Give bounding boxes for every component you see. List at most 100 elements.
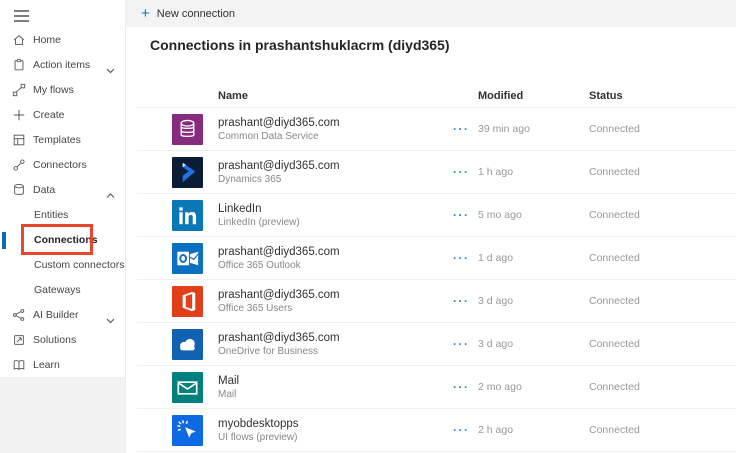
modified-value: 3 d ago (478, 295, 514, 307)
more-options-button[interactable]: ··· (453, 380, 478, 394)
column-header-modified[interactable]: Modified (478, 90, 589, 102)
connection-subtitle: Dynamics 365 (218, 173, 282, 185)
connection-title: myobdesktopps (218, 417, 299, 430)
modified-value: 2 mo ago (478, 381, 522, 393)
sidebar-item-gateways[interactable]: Gateways (0, 277, 125, 302)
more-options-button[interactable]: ··· (453, 208, 478, 222)
more-options-button[interactable]: ··· (453, 165, 478, 179)
sidebar-item-entities[interactable]: Entities (0, 202, 125, 227)
new-connection-label: New connection (156, 7, 236, 20)
more-options-button[interactable]: ··· (453, 122, 478, 136)
connection-title: LinkedIn (218, 202, 262, 215)
sidebar-item-label: Learn (33, 358, 60, 371)
sidebar-item-label: Entities (34, 208, 69, 221)
table-header: Name Modified Status (137, 85, 736, 108)
new-connection-button[interactable]: + New connection (141, 6, 235, 21)
modified-value: 1 h ago (478, 166, 514, 178)
table-row[interactable]: prashant@diyd365.com Dynamics 365 ··· 1 h… (137, 151, 736, 194)
table-row[interactable]: LinkedIn LinkedIn (preview) ··· 5 mo ago … (137, 194, 736, 237)
common-data-service-icon (172, 113, 203, 145)
sidebar-item-custom-connectors[interactable]: Custom connectors (0, 252, 125, 277)
sidebar-item-label: Gateways (34, 283, 81, 296)
more-options-button[interactable]: ··· (453, 251, 478, 265)
more-options-button[interactable]: ··· (453, 294, 478, 308)
clipboard-icon (12, 58, 26, 72)
table-row[interactable]: prashant@diyd365.com OneDrive for Busines… (137, 323, 736, 366)
modified-value: 3 d ago (478, 338, 514, 350)
office-365-users-icon (172, 285, 203, 317)
main-content: + New connection Connections in prashant… (126, 0, 736, 453)
sidebar-item-my-flows[interactable]: My flows (0, 77, 125, 102)
column-header-name[interactable]: Name (218, 90, 453, 102)
templates-icon (12, 133, 26, 147)
power-automate-app: Home Action items My flows Create Templa… (0, 0, 736, 453)
sidebar-item-label: Connections (34, 233, 98, 246)
modified-value: 5 mo ago (478, 209, 522, 221)
connection-subtitle: LinkedIn (preview) (218, 216, 300, 228)
learn-icon (12, 358, 26, 372)
sidebar-item-label: Connectors (33, 158, 87, 171)
hamburger-menu-button[interactable] (12, 9, 32, 25)
table-row[interactable]: Mail Mail ··· 2 mo ago Connected (137, 366, 736, 409)
sidebar-item-home[interactable]: Home (0, 27, 125, 52)
more-options-button[interactable]: ··· (453, 423, 478, 437)
column-header-status[interactable]: Status (589, 90, 736, 102)
connection-subtitle: Common Data Service (218, 130, 319, 142)
ai-builder-icon (12, 308, 26, 322)
plus-icon (12, 108, 26, 122)
command-bar: + New connection (126, 0, 736, 27)
sidebar-item-templates[interactable]: Templates (0, 127, 125, 152)
sidebar-item-label: Data (33, 183, 56, 196)
sidebar-item-label: AI Builder (33, 308, 79, 321)
sidebar-nav: Home Action items My flows Create Templa… (0, 27, 125, 377)
connection-subtitle: UI flows (preview) (218, 431, 298, 443)
connection-subtitle: OneDrive for Business (218, 345, 319, 357)
home-icon (12, 33, 26, 47)
more-options-button[interactable]: ··· (453, 337, 478, 351)
onedrive-for-business-icon (172, 328, 203, 360)
ui-flows-icon (172, 414, 203, 446)
dynamics-365-icon (172, 156, 203, 188)
sidebar: Home Action items My flows Create Templa… (0, 0, 126, 453)
sidebar-item-action-items[interactable]: Action items (0, 52, 125, 77)
sidebar-item-label: Action items (33, 58, 91, 71)
sidebar-item-label: Custom connectors (34, 258, 125, 271)
sidebar-item-label: Solutions (33, 333, 77, 346)
sidebar-item-learn[interactable]: Learn (0, 352, 125, 377)
status-value: Connected (589, 166, 640, 178)
page-title: Connections in prashantshuklacrm (diyd36… (150, 37, 450, 53)
sidebar-item-label: Templates (33, 133, 81, 146)
connection-title: prashant@diyd365.com (218, 288, 340, 301)
connection-subtitle: Office 365 Users (218, 302, 293, 314)
table-row[interactable]: prashant@diyd365.com Office 365 Users ···… (137, 280, 736, 323)
status-value: Connected (589, 295, 640, 307)
status-value: Connected (589, 123, 640, 135)
table-row[interactable]: prashant@diyd365.com Common Data Service … (137, 108, 736, 151)
sidebar-item-label: Create (33, 108, 65, 121)
sidebar-item-solutions[interactable]: Solutions (0, 327, 125, 352)
flows-icon (12, 83, 26, 97)
sidebar-item-connectors[interactable]: Connectors (0, 152, 125, 177)
sidebar-item-connections[interactable]: Connections (0, 227, 125, 252)
connection-title: prashant@diyd365.com (218, 116, 340, 129)
connection-subtitle: Office 365 Outlook (218, 259, 301, 271)
sidebar-item-create[interactable]: Create (0, 102, 125, 127)
sidebar-item-label: My flows (33, 83, 74, 96)
plus-icon: + (141, 5, 150, 22)
connectors-icon (12, 158, 26, 172)
sidebar-item-ai-builder[interactable]: AI Builder (0, 302, 125, 327)
connection-subtitle: Mail (218, 388, 237, 400)
connections-table: Name Modified Status prashant@diyd365.co… (137, 85, 736, 452)
status-value: Connected (589, 338, 640, 350)
solutions-icon (12, 333, 26, 347)
status-value: Connected (589, 209, 640, 221)
table-row[interactable]: prashant@diyd365.com Office 365 Outlook ·… (137, 237, 736, 280)
table-row[interactable]: myobdesktopps UI flows (preview) ··· 2 h … (137, 409, 736, 452)
hamburger-icon (14, 9, 29, 22)
connection-title: Mail (218, 374, 240, 387)
connection-title: prashant@diyd365.com (218, 245, 340, 258)
modified-value: 39 min ago (478, 123, 530, 135)
office-365-outlook-icon (172, 242, 203, 274)
connection-title: prashant@diyd365.com (218, 331, 340, 344)
sidebar-item-data[interactable]: Data (0, 177, 125, 202)
